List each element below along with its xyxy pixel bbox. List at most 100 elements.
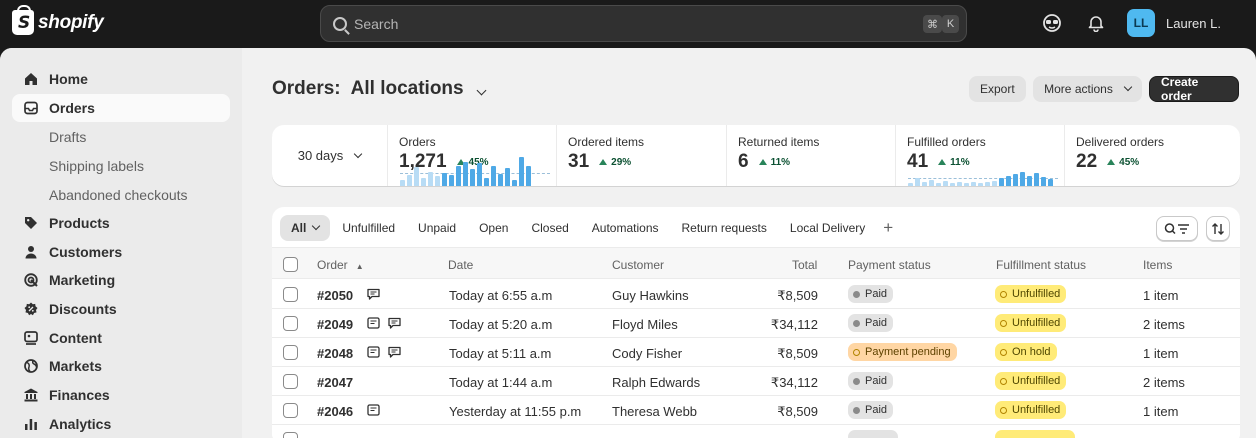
location-selector[interactable]: All locations: [351, 78, 487, 100]
shopify-logo[interactable]: S shopify: [12, 5, 104, 35]
tab-unfulfilled[interactable]: Unfulfilled: [331, 215, 406, 241]
row-checkbox[interactable]: [283, 345, 298, 360]
metric-orders[interactable]: Orders 1,271 45%: [388, 125, 557, 186]
sidebar-item-label: Customers: [49, 244, 123, 260]
sidebar-item-label: Marketing: [49, 272, 116, 288]
export-button[interactable]: Export: [969, 76, 1026, 102]
sidekick-icon[interactable]: [1041, 12, 1063, 34]
status-dot-icon: [853, 406, 860, 414]
user-name[interactable]: Lauren L.: [1166, 16, 1221, 31]
metric-value: 31 29%: [568, 151, 632, 172]
tag-icon: [25, 217, 37, 229]
table-row[interactable]: #2048 Today at 5:11 a.m Cody Fisher ₹8,5…: [272, 338, 1240, 367]
sparkline-chart: [400, 157, 531, 186]
tab-all[interactable]: All: [280, 215, 331, 241]
item-count: 1 item: [1143, 346, 1179, 361]
order-date: Today at 6:55 a.m: [449, 288, 553, 303]
metrics-card: 30 days Orders 1,271 45% Ordered items 31…: [272, 125, 1240, 186]
payment-status-badge: Paid: [848, 314, 894, 332]
chevron-down-icon: [1123, 82, 1133, 92]
add-tab-button[interactable]: +: [877, 215, 899, 241]
row-checkbox[interactable]: [283, 432, 298, 438]
more-actions-button[interactable]: More actions: [1033, 76, 1142, 102]
order-number[interactable]: #2046: [317, 404, 353, 419]
row-checkbox[interactable]: [283, 287, 298, 302]
table-row[interactable]: #2046 Yesterday at 11:55 p.m Theresa Web…: [272, 396, 1240, 425]
tab-return-requests[interactable]: Return requests: [671, 215, 778, 241]
metric-ordered-items[interactable]: Ordered items 31 29%: [557, 125, 727, 186]
status-dot-icon: [1000, 290, 1007, 298]
row-checkbox[interactable]: [283, 316, 298, 331]
item-count: 2 items: [1143, 317, 1185, 332]
order-total: ₹8,509: [777, 404, 818, 419]
sort-button[interactable]: [1206, 216, 1230, 241]
orders-icon: [24, 101, 38, 115]
period-label: 30 days: [297, 148, 344, 163]
tab-unpaid[interactable]: Unpaid: [407, 215, 467, 241]
metric-returned-items[interactable]: Returned items 6 11%: [727, 125, 896, 186]
sidebar-item-home[interactable]: Home: [12, 65, 230, 93]
status-dot-icon: [1000, 319, 1007, 327]
status-dot-icon: [853, 348, 860, 356]
sidebar-subitem-drafts[interactable]: Drafts: [49, 129, 86, 145]
order-number[interactable]: #2047: [317, 375, 353, 390]
select-all-checkbox[interactable]: [283, 257, 298, 272]
sidebar-subitem-abandoned-checkouts[interactable]: Abandoned checkouts: [49, 187, 188, 203]
search-filter-button[interactable]: [1156, 216, 1198, 241]
metric-delivered-orders[interactable]: Delivered orders 22 45%: [1065, 125, 1240, 186]
top-bar: S shopify ⌘ K LL Lauren L.: [0, 0, 1256, 48]
customer-name: Theresa Webb: [612, 404, 698, 419]
tab-local-delivery[interactable]: Local Delivery: [779, 215, 876, 241]
sidebar-item-marketing[interactable]: Marketing: [12, 266, 230, 294]
metric-label: Fulfilled orders: [907, 135, 986, 149]
bell-icon[interactable]: [1085, 12, 1107, 34]
item-count: 1 item: [1143, 288, 1179, 303]
tab-open[interactable]: Open: [468, 215, 519, 241]
column-header-order[interactable]: Order ▲: [317, 258, 364, 272]
order-date: Today at 1:44 a.m: [449, 375, 553, 390]
order-number[interactable]: #2048: [317, 346, 353, 361]
row-checkbox[interactable]: [283, 403, 298, 418]
status-dot-icon: [1000, 406, 1007, 414]
create-order-button[interactable]: Create order: [1149, 75, 1239, 103]
search-bar[interactable]: ⌘ K: [320, 5, 967, 42]
metric-label: Delivered orders: [1076, 135, 1165, 149]
comment-icon: [367, 288, 380, 300]
home-icon: [25, 73, 37, 85]
sidebar-item-finances[interactable]: Finances: [12, 381, 230, 409]
shopify-bag-icon: S: [12, 5, 34, 35]
sidebar-subitem-shipping-labels[interactable]: Shipping labels: [49, 158, 144, 174]
order-number[interactable]: #2050: [317, 288, 353, 303]
payment-status-badge: Paid: [848, 401, 894, 419]
table-row[interactable]: #2047 Today at 1:44 a.m Ralph Edwards ₹3…: [272, 367, 1240, 396]
sidebar-item-customers[interactable]: Customers: [12, 238, 230, 266]
sidebar-item-products[interactable]: Products: [12, 209, 230, 237]
tab-automations[interactable]: Automations: [581, 215, 670, 241]
sidebar-item-label: Finances: [49, 387, 110, 403]
filter-tabs: All Unfulfilled Unpaid Open Closed Autom…: [280, 215, 900, 241]
shortcut-k-key: K: [942, 15, 959, 33]
table-row[interactable]: [272, 425, 1240, 438]
row-checkbox[interactable]: [283, 374, 298, 389]
order-total: ₹34,112: [770, 317, 818, 332]
tab-closed[interactable]: Closed: [520, 215, 579, 241]
period-selector[interactable]: 30 days: [272, 125, 388, 186]
avatar[interactable]: LL: [1127, 9, 1155, 37]
sidebar-item-content[interactable]: Content: [12, 324, 230, 352]
order-date: Today at 5:20 a.m: [449, 317, 553, 332]
order-number[interactable]: #2049: [317, 317, 353, 332]
table-row[interactable]: #2050 Today at 6:55 a.m Guy Hawkins ₹8,5…: [272, 280, 1240, 309]
sidebar-item-orders[interactable]: Orders: [12, 94, 230, 122]
page-title-text: Orders:: [272, 78, 341, 99]
comment-icon: [388, 346, 401, 358]
sidebar-item-discounts[interactable]: Discounts: [12, 295, 230, 323]
sidebar-item-analytics[interactable]: Analytics: [12, 410, 230, 438]
search-input[interactable]: [354, 15, 914, 32]
table-row[interactable]: #2049 Today at 5:20 a.m Floyd Miles ₹34,…: [272, 309, 1240, 338]
metric-fulfilled-orders[interactable]: Fulfilled orders 41 11%: [896, 125, 1065, 186]
brand-name: shopify: [38, 11, 104, 33]
status-dot-icon: [1000, 348, 1007, 356]
sidebar-item-markets[interactable]: Markets: [12, 352, 230, 380]
note-icon: [367, 317, 380, 329]
fulfillment-status-badge: On hold: [995, 343, 1057, 361]
